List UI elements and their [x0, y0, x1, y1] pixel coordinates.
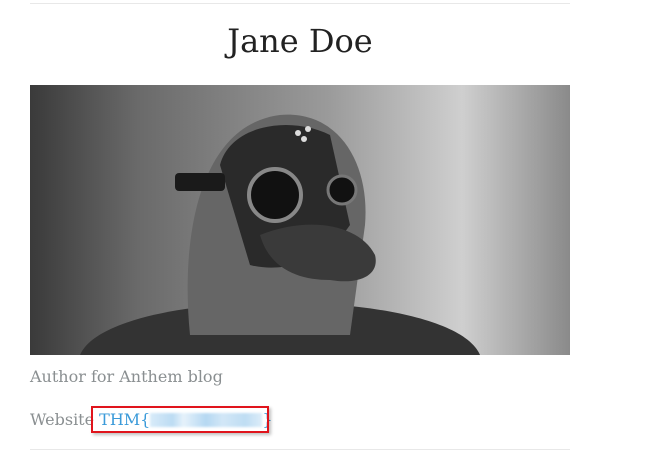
website-label: Website: [30, 410, 95, 429]
bottom-divider: [30, 449, 570, 450]
author-name: Jane Doe: [227, 22, 373, 60]
top-divider: [30, 3, 570, 4]
author-bio: Author for Anthem blog: [30, 367, 223, 386]
author-photo: [30, 85, 570, 355]
highlight-box: [91, 406, 269, 433]
